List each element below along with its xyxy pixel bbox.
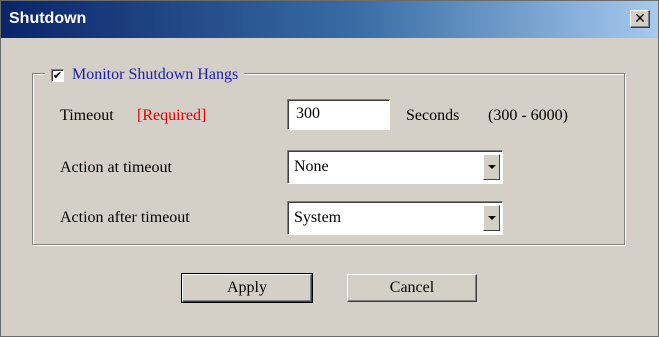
chevron-down-icon	[487, 165, 496, 169]
action-at-timeout-dropdown-button[interactable]	[483, 154, 500, 180]
action-after-timeout-select[interactable]: System	[287, 201, 503, 235]
timeout-unit: Seconds	[406, 107, 460, 124]
timeout-input[interactable]: 300	[287, 99, 390, 130]
chevron-down-icon	[487, 216, 496, 220]
monitor-shutdown-toggle[interactable]: ✔ Monitor Shutdown Hangs	[45, 65, 245, 85]
close-button[interactable]: ✕	[630, 10, 650, 28]
action-after-timeout-label: Action after timeout	[60, 209, 190, 226]
apply-button[interactable]: Apply	[181, 273, 313, 303]
cancel-button[interactable]: Cancel	[347, 274, 477, 302]
window-title: Shutdown	[9, 10, 87, 27]
action-at-timeout-label: Action at timeout	[60, 159, 172, 176]
required-indicator: [Required]	[137, 107, 207, 124]
monitor-shutdown-label: Monitor Shutdown Hangs	[72, 66, 239, 83]
action-after-timeout-value: System	[294, 209, 342, 226]
monitor-shutdown-checkbox[interactable]: ✔	[51, 68, 64, 82]
check-icon: ✔	[52, 68, 63, 82]
action-at-timeout-select[interactable]: None	[287, 150, 503, 184]
shutdown-dialog: Shutdown ✕ ✔ Monitor Shutdown Hangs Time…	[0, 0, 659, 337]
action-after-timeout-dropdown-button[interactable]	[483, 205, 500, 231]
timeout-label: Timeout	[60, 107, 114, 124]
action-at-timeout-value: None	[294, 158, 329, 175]
title-bar: Shutdown ✕	[1, 1, 658, 38]
close-icon: ✕	[634, 11, 646, 27]
timeout-range: (300 - 6000)	[488, 107, 568, 124]
